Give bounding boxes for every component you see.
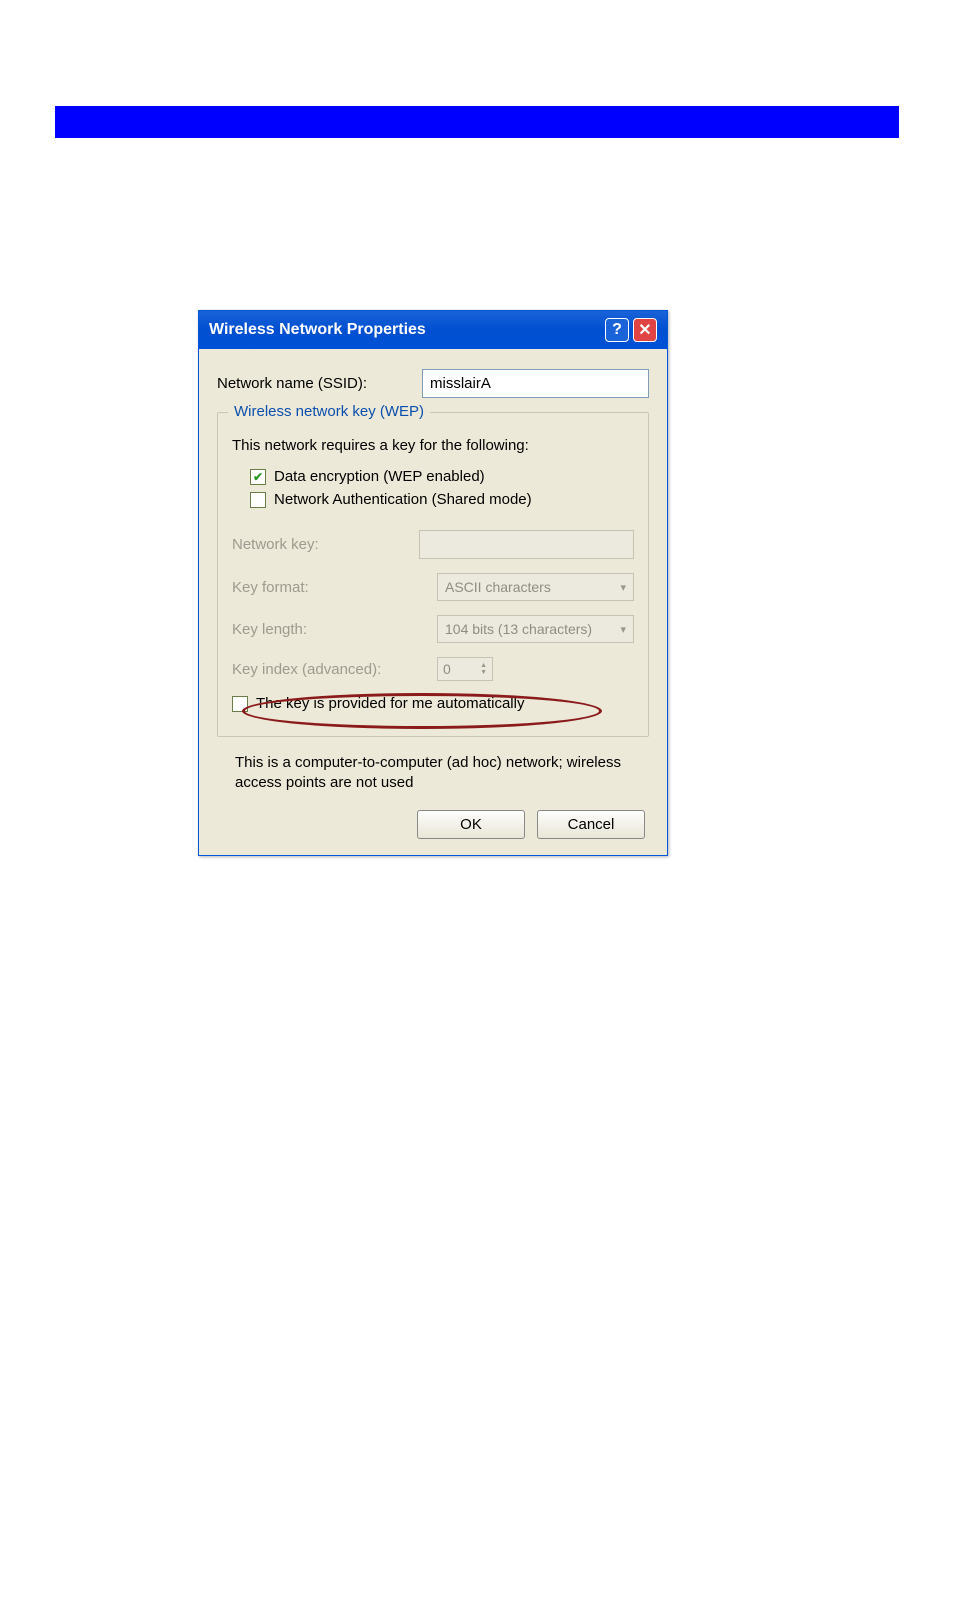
key-index-spinner: 0 ▲ ▼ [437, 657, 493, 681]
auto-key-checkbox[interactable] [232, 696, 248, 712]
dialog-title: Wireless Network Properties [209, 321, 426, 339]
wep-enabled-checkbox-row[interactable]: ✔ Data encryption (WEP enabled) [250, 468, 634, 485]
key-length-value: 104 bits (13 characters) [445, 621, 592, 637]
dialog-body: Network name (SSID): Wireless network ke… [199, 349, 667, 855]
wep-group: Wireless network key (WEP) This network … [217, 412, 649, 737]
wep-group-title: Wireless network key (WEP) [228, 403, 430, 420]
adhoc-description: This is a computer-to-computer (ad hoc) … [235, 753, 649, 794]
key-format-label: Key format: [232, 579, 437, 596]
dialog-titlebar[interactable]: Wireless Network Properties ? ✕ [199, 311, 667, 349]
key-index-label: Key index (advanced): [232, 661, 437, 678]
spinner-up-icon: ▲ [480, 662, 487, 669]
requires-text: This network requires a key for the foll… [232, 437, 634, 454]
cancel-button[interactable]: Cancel [537, 810, 645, 839]
page-header-bar [55, 106, 899, 138]
ok-button[interactable]: OK [417, 810, 525, 839]
wep-enabled-label: Data encryption (WEP enabled) [274, 468, 485, 485]
chevron-down-icon: ▾ [620, 623, 626, 636]
ssid-input[interactable] [422, 369, 649, 398]
wep-enabled-checkbox[interactable]: ✔ [250, 469, 266, 485]
key-index-value: 0 [443, 661, 451, 677]
shared-auth-checkbox[interactable] [250, 492, 266, 508]
help-icon[interactable]: ? [605, 318, 629, 342]
chevron-down-icon: ▾ [620, 581, 626, 594]
auto-key-label: The key is provided for me automatically [256, 695, 524, 712]
shared-auth-label: Network Authentication (Shared mode) [274, 491, 532, 508]
close-icon[interactable]: ✕ [633, 318, 657, 342]
shared-auth-checkbox-row[interactable]: Network Authentication (Shared mode) [250, 491, 634, 508]
spinner-down-icon: ▼ [480, 669, 487, 676]
ssid-label: Network name (SSID): [217, 375, 422, 392]
wireless-network-properties-dialog: Wireless Network Properties ? ✕ Network … [198, 310, 668, 856]
key-format-value: ASCII characters [445, 579, 551, 595]
auto-key-checkbox-row[interactable]: The key is provided for me automatically [232, 695, 634, 712]
network-key-input [419, 530, 634, 559]
key-length-label: Key length: [232, 621, 437, 638]
key-format-select: ASCII characters ▾ [437, 573, 634, 601]
network-key-label: Network key: [232, 536, 419, 553]
key-length-select: 104 bits (13 characters) ▾ [437, 615, 634, 643]
